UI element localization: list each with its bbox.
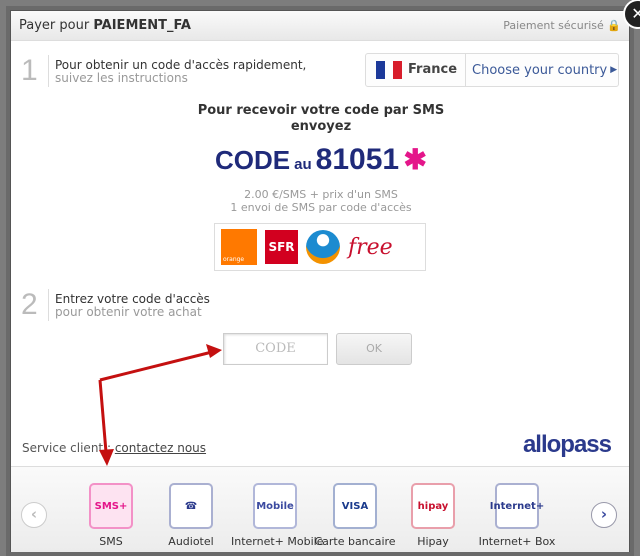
country-selector[interactable]: France Choose your country ▶ <box>365 53 619 87</box>
prev-arrow-button[interactable]: ‹ <box>21 502 47 528</box>
price-info: 2.00 €/SMS + prix d'un SMS 1 envoi de SMS… <box>11 188 631 214</box>
sfr-logo: SFR <box>265 230 298 264</box>
background-page <box>4 0 8 10</box>
caret-right-icon: ▶ <box>610 65 618 75</box>
method-audiotel[interactable]: ☎ Audiotel <box>147 483 235 548</box>
step-number: 1 <box>21 55 49 87</box>
free-logo: free <box>348 235 393 260</box>
service-label: Service client : <box>22 441 111 455</box>
step-2: 2 Entrez votre code d'accès pour obtenir … <box>21 289 210 321</box>
bouygues-logo <box>306 230 340 264</box>
sms-plus-logo-icon: ✱ <box>403 144 427 175</box>
step-1-subtitle: suivez les instructions <box>55 71 188 85</box>
next-arrow-button[interactable]: › <box>591 502 617 528</box>
contact-link[interactable]: contactez nous <box>115 441 206 455</box>
payment-modal: ✕ Payer pour PAIEMENT_FA Paiement sécuri… <box>10 0 640 552</box>
short-number: 81051 <box>315 143 400 176</box>
choose-country-link[interactable]: Choose your country <box>472 63 607 78</box>
orange-text: orange <box>223 256 245 263</box>
free-text: free <box>348 234 393 260</box>
sms-heading-line2: envoyez <box>290 119 352 134</box>
ok-button[interactable]: OK <box>336 333 412 365</box>
method-label: Internet+ Box <box>478 535 556 548</box>
code-input[interactable]: CODE <box>223 333 328 365</box>
au-text: au <box>294 156 312 173</box>
sms-heading-line1: Pour recevoir votre code par SMS <box>197 103 445 118</box>
method-icon: Internet+ <box>490 483 544 529</box>
modal-title: Payer pour PAIEMENT_FA <box>19 18 191 33</box>
method-icon: Mobile <box>253 483 297 529</box>
method-label: SMS <box>99 535 123 548</box>
orange-logo: orange <box>221 229 257 265</box>
payment-methods-bar: ‹ SMS+ SMS ☎ Audiotel Mobile Internet+ Mobile… <box>11 466 629 552</box>
method-label: Internet+ Mobile <box>231 535 324 548</box>
price-text: 2.00 €/SMS + prix d'un SMS <box>244 188 398 201</box>
secure-label: Paiement sécurisé 🔒 <box>503 19 621 32</box>
per-code-text: 1 envoi de SMS par code d'accès <box>230 201 412 214</box>
sms-heading: Pour recevoir votre code par SMS envoyez <box>11 103 631 135</box>
operators-logos: orange SFR free <box>214 223 426 271</box>
method-label: Carte bancaire <box>314 535 396 548</box>
method-icon: VISA <box>333 483 377 529</box>
france-flag-icon <box>376 61 403 79</box>
sms-code-line: CODE au 81051 ✱ <box>11 143 631 177</box>
method-hipay[interactable]: hipay Hipay <box>389 483 477 548</box>
method-label: Audiotel <box>168 535 214 548</box>
method-label: Hipay <box>417 535 449 548</box>
method-internet-box[interactable]: Internet+ Internet+ Box <box>473 483 561 548</box>
modal-header: Payer pour PAIEMENT_FA Paiement sécurisé… <box>11 11 629 41</box>
method-icon: ☎ <box>169 483 213 529</box>
code-keyword: CODE <box>215 145 291 175</box>
customer-service: Service client : contactez nous <box>22 441 206 455</box>
title-prefix: Payer pour <box>19 18 90 33</box>
step-1: 1 Pour obtenir un code d'accès rapidemen… <box>21 55 306 87</box>
allopass-logo: allopass <box>522 431 612 459</box>
lock-icon: 🔒 <box>607 19 621 32</box>
method-icon: hipay <box>411 483 455 529</box>
method-sms[interactable]: SMS+ SMS <box>67 483 155 548</box>
title-product: PAIEMENT_FA <box>93 18 191 33</box>
step-2-subtitle: pour obtenir votre achat <box>55 305 202 319</box>
method-icon: SMS+ <box>89 483 133 529</box>
method-internet-mobile[interactable]: Mobile Internet+ Mobile <box>231 483 324 548</box>
step-number: 2 <box>21 289 49 321</box>
secure-text: Paiement sécurisé <box>503 19 604 32</box>
method-carte-bancaire[interactable]: VISA Carte bancaire <box>311 483 399 548</box>
country-name: France <box>408 54 467 86</box>
sfr-text: SFR <box>268 240 295 254</box>
brand-text: allopass <box>522 431 612 458</box>
